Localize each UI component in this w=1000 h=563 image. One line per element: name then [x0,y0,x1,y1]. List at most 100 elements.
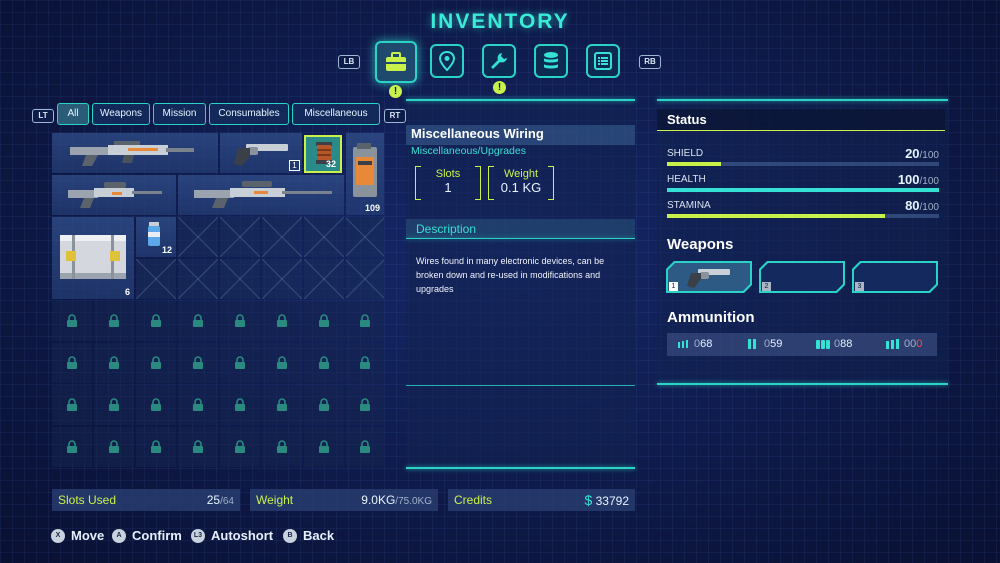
lock-icon [319,356,329,369]
locked-slot [220,301,260,341]
database-icon [544,52,558,69]
inventory-item-long-rifle[interactable] [178,175,344,215]
weight-footer-label: Weight [256,493,294,507]
empty-slot[interactable] [262,217,302,257]
weapons-title: Weapons [667,236,734,253]
empty-slot[interactable] [178,259,218,299]
empty-slot[interactable] [262,259,302,299]
bullet-icon [678,340,688,348]
weight-value: 0.1 KG [500,180,542,195]
description-line [406,238,635,239]
locked-slot [220,385,260,425]
lb-shoulder-button[interactable]: LB [338,55,360,69]
stat-stamina: STAMINA 80/100 [667,198,939,218]
ammo-type-2: 0 59 [747,338,782,350]
stat-max: /100 [919,150,939,161]
tab-crafting[interactable] [482,44,516,78]
item-category: Miscellaneous/Upgrades [411,145,526,157]
stat-bar [667,188,939,192]
prompt-back[interactable]: B Back [283,528,334,543]
slots-total-value: /64 [220,496,234,507]
empty-slot[interactable] [220,217,260,257]
rb-shoulder-button[interactable]: RB [639,55,661,69]
item-name: Miscellaneous Wiring [411,126,544,141]
empty-slot[interactable] [346,217,384,257]
empty-slot[interactable] [136,259,176,299]
locked-slot [136,385,176,425]
weight-total-value: /75.0KG [395,496,432,507]
stat-label: SHIELD [667,148,704,159]
empty-slot[interactable] [304,217,344,257]
filter-consumables[interactable]: Consumables [209,103,289,125]
inventory-item-revolver[interactable]: 1 [220,133,302,173]
prompt-confirm[interactable]: A Confirm [112,528,182,543]
shell-icon [748,339,756,349]
prompt-autoshort[interactable]: L3 Autoshort [191,528,273,543]
inventory-item-wiring-selected[interactable]: 32 [304,135,342,173]
lock-icon [109,314,119,327]
lock-icon [235,314,245,327]
lt-trigger-button[interactable]: LT [32,109,54,123]
locked-slot [262,343,302,383]
locked-slot [52,427,92,467]
rt-trigger-button[interactable]: RT [384,109,406,123]
locked-slot [346,301,384,341]
inventory-item-crate[interactable]: 6 [52,217,134,299]
locked-slot [304,343,344,383]
wrench-icon [491,53,507,69]
locked-slot [304,385,344,425]
credits-symbol: $ [584,492,593,508]
empty-slot[interactable] [178,217,218,257]
prompt-label: Back [303,528,335,543]
lock-icon [109,398,119,411]
filter-all[interactable]: All [57,103,89,125]
crafting-alert-icon: ! [493,81,506,94]
tab-map[interactable] [430,44,464,78]
status-bottom-line [657,383,948,385]
locked-slot [52,301,92,341]
empty-slot[interactable] [346,259,384,299]
lock-icon [109,440,119,453]
lock-icon [235,440,245,453]
item-quantity: 1 [289,160,300,171]
heavy-round-icon [886,339,899,349]
weapon-slot-1[interactable]: 1 [666,261,752,293]
list-icon [594,52,612,70]
lock-icon [67,356,77,369]
lock-icon [277,356,287,369]
prompt-label: Confirm [132,528,182,543]
tab-database[interactable] [534,44,568,78]
inventory-item-sniper[interactable] [52,175,176,215]
lock-icon [67,314,77,327]
empty-slot[interactable] [220,259,260,299]
panel-top-line [406,99,635,101]
lock-icon [277,314,287,327]
x-button-icon: X [51,528,65,543]
filter-mission[interactable]: Mission [153,103,206,125]
tab-journal[interactable] [586,44,620,78]
locked-slot [94,301,134,341]
filter-miscellaneous[interactable]: Miscellaneous [292,103,380,125]
lock-icon [193,440,203,453]
inventory-item-canister[interactable]: 109 [346,133,384,215]
a-button-icon: A [112,528,126,543]
empty-slot[interactable] [304,259,344,299]
inventory-item-vial[interactable]: 12 [136,217,176,257]
locked-slot [94,385,134,425]
credits-value: 33792 [595,494,629,508]
lock-icon [319,398,329,411]
weapon-slot-3[interactable]: 3 [852,261,938,293]
lock-icon [277,398,287,411]
ammo-count-empty: 0 [916,338,923,350]
ammo-count: 88 [840,338,853,350]
locked-slot [178,427,218,467]
sniper-rifle-icon [68,182,162,208]
weapon-slot-2[interactable]: 2 [759,261,845,293]
filter-weapons[interactable]: Weapons [92,103,150,125]
locked-slot [178,301,218,341]
prompt-move[interactable]: X Move [51,528,104,543]
inventory-item-rifle[interactable] [52,133,218,173]
lock-icon [319,314,329,327]
tab-inventory[interactable] [375,41,417,83]
ammo-count: 59 [770,338,783,350]
